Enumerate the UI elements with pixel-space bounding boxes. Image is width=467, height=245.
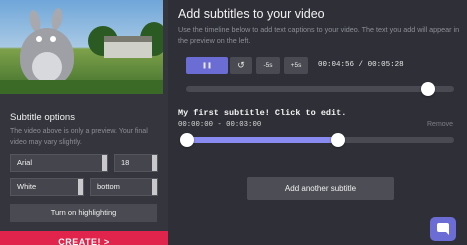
chevron-down-icon [102, 155, 107, 171]
time-separator: / [358, 61, 364, 69]
position-select[interactable]: bottom [90, 178, 158, 196]
video-preview[interactable] [0, 0, 163, 94]
size-select[interactable]: 18 [114, 154, 158, 172]
forward-5s-button[interactable]: +5s [284, 57, 308, 74]
chevron-down-icon [152, 155, 157, 171]
bunny-eye [50, 36, 56, 42]
total-time: 00:05:28 [367, 61, 404, 69]
time-readout: 00:04:56 / 00:05:28 [318, 57, 404, 74]
font-select[interactable]: Arial [10, 154, 108, 172]
building [104, 36, 152, 58]
color-select[interactable]: White [10, 178, 84, 196]
chevron-down-icon [152, 179, 157, 195]
replay-icon: ↺ [237, 60, 245, 70]
replay-button[interactable]: ↺ [230, 57, 252, 74]
add-subtitle-button[interactable]: Add another subtitle [247, 177, 394, 200]
color-select-value: White [17, 182, 37, 191]
grass [0, 80, 163, 94]
bunny-belly [32, 52, 62, 82]
page-title: Add subtitles to your video [178, 7, 325, 21]
page-description: Use the timeline below to add text capti… [178, 25, 460, 45]
size-select-value: 18 [121, 158, 130, 167]
playhead-knob[interactable] [421, 82, 436, 96]
pause-icon: ❚❚ [201, 63, 213, 69]
timeline-track[interactable] [186, 86, 454, 92]
bunny-eye [36, 36, 42, 42]
subtitle-range: 00:00:00 - 00:03:00 [178, 121, 262, 129]
subtitle-range-fill [186, 137, 338, 143]
chevron-down-icon [78, 179, 83, 195]
current-time: 00:04:56 [318, 61, 355, 69]
back-5s-button[interactable]: -5s [256, 57, 280, 74]
create-button[interactable]: CREATE! > [0, 231, 168, 245]
chat-button[interactable] [430, 217, 456, 241]
range-start-handle[interactable] [180, 133, 194, 147]
subtitle-options-description: The video above is only a preview. Your … [10, 128, 148, 146]
position-select-value: bottom [97, 182, 120, 191]
range-end-handle[interactable] [331, 133, 345, 147]
chat-icon-tail [445, 231, 449, 235]
pause-button[interactable]: ❚❚ [186, 57, 228, 74]
remove-link[interactable]: Remove [427, 121, 453, 128]
sidebar: Subtitle options The video above is only… [0, 0, 168, 245]
font-select-value: Arial [17, 158, 33, 167]
highlighting-button[interactable]: Turn on highlighting [10, 204, 157, 222]
subtitle-text[interactable]: My first subtitle! Click to edit. [178, 108, 346, 118]
subtitle-options-title: Subtitle options [10, 112, 75, 123]
